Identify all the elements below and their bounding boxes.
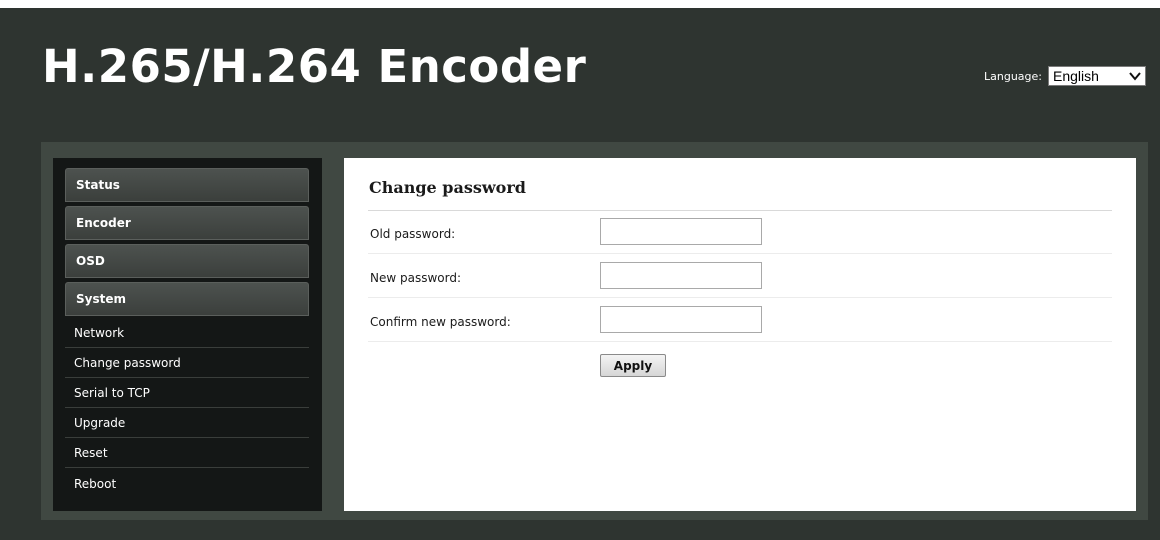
row-divider <box>368 297 1112 298</box>
sidebar-item-encoder[interactable]: Encoder <box>65 206 309 240</box>
top-strip <box>0 0 1160 8</box>
row-divider <box>368 341 1112 342</box>
sidebar: Status Encoder OSD System Network Change… <box>53 158 322 511</box>
old-password-field[interactable] <box>600 218 762 245</box>
sidebar-item-reset[interactable]: Reset <box>65 438 309 468</box>
language-select-value: English <box>1053 68 1099 84</box>
confirm-password-label: Confirm new password: <box>370 315 511 329</box>
apply-button[interactable]: Apply <box>600 354 666 377</box>
header: H.265/H.264 Encoder Language: English <box>0 8 1160 142</box>
language-select[interactable]: English <box>1048 66 1146 86</box>
title-divider <box>368 210 1112 211</box>
sidebar-item-network[interactable]: Network <box>65 318 309 348</box>
page-title: Change password <box>369 178 526 197</box>
app-title: H.265/H.264 Encoder <box>42 40 587 93</box>
sidebar-item-osd[interactable]: OSD <box>65 244 309 278</box>
main-panel: Change password Old password: New passwo… <box>344 158 1136 511</box>
sidebar-item-system[interactable]: System <box>65 282 309 316</box>
sidebar-item-upgrade[interactable]: Upgrade <box>65 408 309 438</box>
language-selector: Language: English <box>984 66 1146 86</box>
row-divider <box>368 253 1112 254</box>
language-label: Language: <box>984 69 1042 83</box>
sidebar-item-change-password[interactable]: Change password <box>65 348 309 378</box>
sidebar-item-reboot[interactable]: Reboot <box>65 469 309 499</box>
confirm-password-field[interactable] <box>600 306 762 333</box>
sidebar-item-serial-to-tcp[interactable]: Serial to TCP <box>65 378 309 408</box>
sidebar-item-status[interactable]: Status <box>65 168 309 202</box>
new-password-label: New password: <box>370 271 462 285</box>
old-password-label: Old password: <box>370 227 456 241</box>
new-password-field[interactable] <box>600 262 762 289</box>
chevron-down-icon <box>1129 72 1141 81</box>
